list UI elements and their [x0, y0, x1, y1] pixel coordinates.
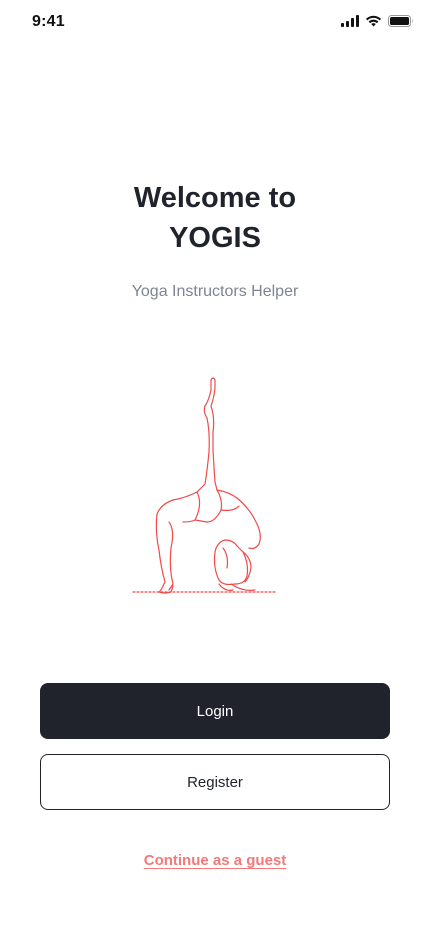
status-icons [341, 15, 414, 27]
cellular-signal-icon [341, 15, 359, 27]
status-time: 9:41 [32, 13, 65, 30]
welcome-title: Welcome to YOGIS [0, 178, 430, 258]
wifi-icon [365, 15, 382, 27]
app-name: YOGIS [169, 222, 261, 254]
login-button[interactable]: Login [40, 683, 390, 739]
register-button[interactable]: Register [40, 754, 390, 810]
app-subtitle: Yoga Instructors Helper [131, 283, 299, 300]
yoga-pose-illustration [125, 372, 285, 602]
battery-icon [388, 15, 414, 27]
continue-as-guest-link[interactable]: Continue as a guest [0, 852, 430, 869]
status-bar: 9:41 [0, 0, 430, 44]
welcome-title-line1: Welcome to [133, 182, 297, 214]
